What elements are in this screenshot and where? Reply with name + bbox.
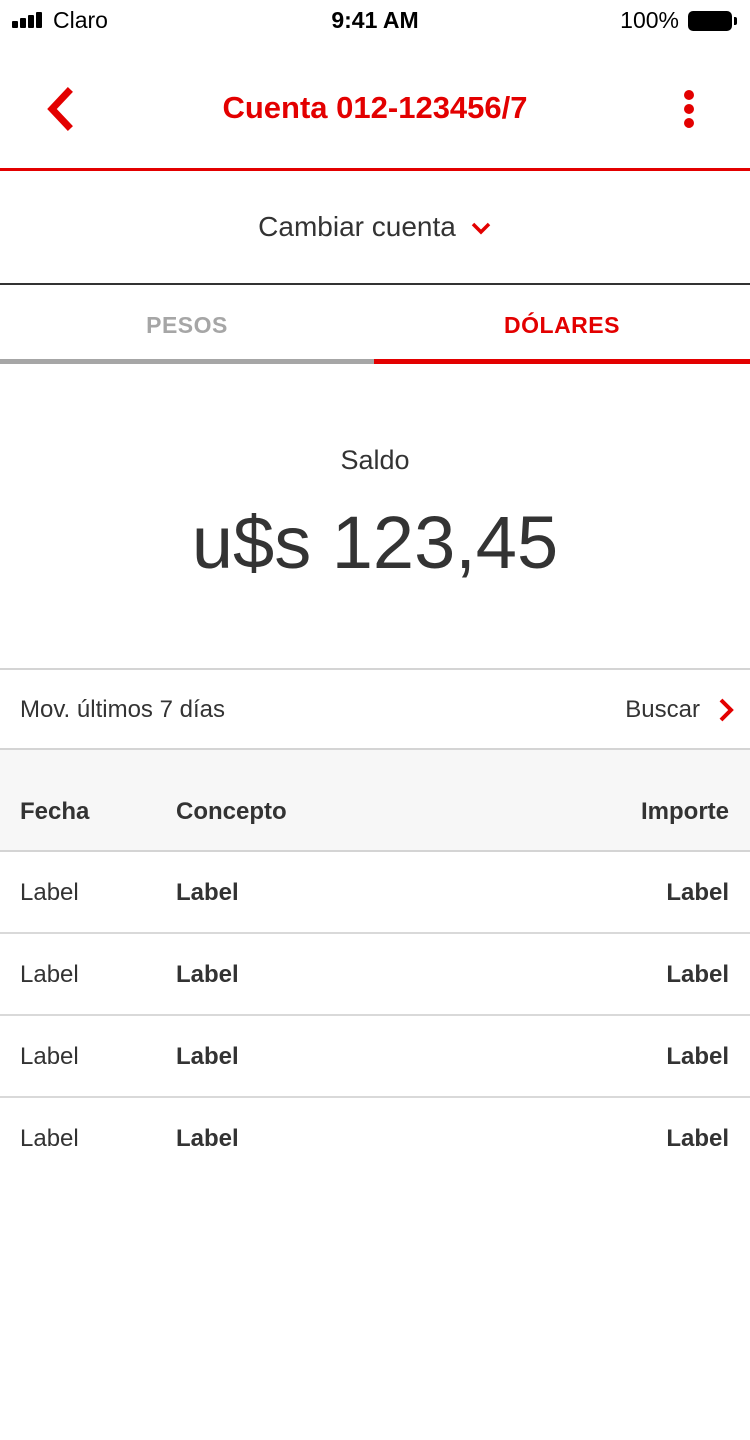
- movements-bar: Mov. últimos 7 días Buscar: [0, 668, 750, 750]
- cell-importe: Label: [666, 961, 729, 988]
- column-header-concepto: Concepto: [176, 798, 287, 825]
- cell-concepto: Label: [176, 1043, 239, 1070]
- battery-percentage: 100%: [620, 7, 679, 33]
- cell-importe: Label: [666, 1125, 729, 1152]
- tab-pesos-label: PESOS: [146, 312, 228, 338]
- change-account-label: Cambiar cuenta: [258, 211, 456, 242]
- cell-concepto: Label: [176, 961, 239, 988]
- search-button[interactable]: Buscar: [625, 692, 734, 728]
- change-account-button[interactable]: Cambiar cuenta: [0, 171, 750, 285]
- cell-importe: Label: [666, 879, 729, 906]
- cell-fecha: Label: [20, 961, 79, 988]
- cell-concepto: Label: [176, 879, 239, 906]
- currency-tabs: PESOS DÓLARES: [0, 285, 750, 364]
- balance-label: Saldo: [340, 445, 410, 475]
- table-row[interactable]: Label Label Label: [0, 1098, 750, 1180]
- tab-pesos[interactable]: PESOS: [0, 285, 374, 364]
- search-label: Buscar: [625, 696, 700, 723]
- battery-icon: [688, 11, 738, 31]
- column-header-importe: Importe: [640, 798, 729, 825]
- cell-fecha: Label: [20, 1043, 79, 1070]
- cell-fecha: Label: [20, 1125, 79, 1152]
- table-row[interactable]: Label Label Label: [0, 1016, 750, 1098]
- table-row[interactable]: Label Label Label: [0, 934, 750, 1016]
- status-bar: Claro 9:41 AM 100%: [0, 0, 750, 40]
- column-header-fecha: Fecha: [20, 798, 90, 825]
- navigation-header: Cuenta 012-123456/7: [0, 60, 750, 171]
- tab-dolares[interactable]: DÓLARES: [374, 285, 750, 364]
- tab-dolares-label: DÓLARES: [504, 312, 620, 338]
- back-button[interactable]: [38, 84, 84, 134]
- chevron-down-icon: [471, 222, 491, 235]
- chevron-left-icon: [47, 87, 73, 131]
- movements-title: Mov. últimos 7 días: [20, 696, 225, 723]
- cell-fecha: Label: [20, 879, 79, 906]
- table-header: Fecha Concepto Importe: [0, 750, 750, 852]
- more-options-button[interactable]: [672, 90, 706, 132]
- cell-concepto: Label: [176, 1125, 239, 1152]
- page-title: Cuenta 012-123456/7: [222, 90, 528, 125]
- cell-importe: Label: [666, 1043, 729, 1070]
- balance-amount: u$s 123,45: [191, 501, 559, 584]
- table-row[interactable]: Label Label Label: [0, 852, 750, 934]
- more-vertical-icon: [684, 90, 694, 128]
- movements-table: Label Label Label Label Label Label Labe…: [0, 852, 750, 1180]
- chevron-right-icon: [719, 698, 734, 722]
